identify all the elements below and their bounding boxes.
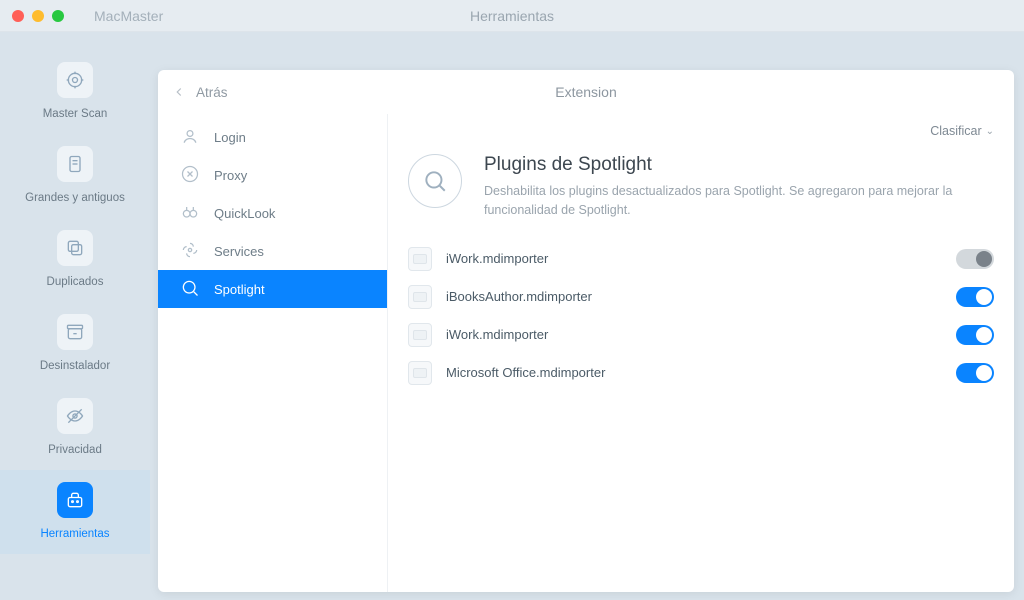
category-list: Login Proxy QuickLook Services Spotlight [158, 114, 388, 592]
chevron-down-icon: ⌄ [986, 126, 994, 137]
titlebar: MacMaster Herramientas [0, 0, 1024, 32]
category-item-quicklook[interactable]: QuickLook [158, 194, 387, 232]
plugin-list: iWork.mdimporter iBooksAuthor.mdimporter i… [388, 240, 1014, 392]
category-item-services[interactable]: Services [158, 232, 387, 270]
main-sidebar: Master Scan Grandes y antiguos Duplicados D… [0, 32, 150, 600]
target-icon [57, 62, 93, 98]
close-window-button[interactable] [12, 10, 24, 22]
zoom-window-button[interactable] [52, 10, 64, 22]
plugin-toggle[interactable] [956, 325, 994, 345]
plugin-row: Microsoft Office.mdimporter [408, 354, 994, 392]
category-item-spotlight[interactable]: Spotlight [158, 270, 387, 308]
plugin-name: iWork.mdimporter [446, 327, 942, 342]
plugin-name: iBooksAuthor.mdimporter [446, 289, 942, 304]
detail-pane: Clasificar ⌄ Plugins de Spotlight Deshab… [388, 114, 1014, 592]
sort-label: Clasificar [930, 124, 981, 138]
hero-title: Plugins de Spotlight [484, 154, 964, 176]
fan-icon [180, 240, 200, 263]
sidebar-item-grandes-y-antiguos[interactable]: Grandes y antiguos [0, 134, 150, 218]
plugin-toggle[interactable] [956, 287, 994, 307]
plugin-toggle[interactable] [956, 249, 994, 269]
back-button[interactable]: Atrás [158, 85, 228, 100]
hero-description: Deshabilita los plugins desactualizados … [484, 182, 964, 220]
package-icon [408, 361, 432, 385]
category-label: Login [214, 130, 246, 145]
plugin-row: iBooksAuthor.mdimporter [408, 278, 994, 316]
sidebar-item-label: Desinstalador [40, 360, 110, 372]
category-item-proxy[interactable]: Proxy [158, 156, 387, 194]
sidebar-item-label: Privacidad [48, 444, 102, 456]
binoculars-icon [180, 202, 200, 225]
sidebar-item-privacidad[interactable]: Privacidad [0, 386, 150, 470]
x-circle-icon [180, 164, 200, 187]
category-label: QuickLook [214, 206, 275, 221]
minimize-window-button[interactable] [32, 10, 44, 22]
hero-section: Plugins de Spotlight Deshabilita los plu… [388, 148, 1014, 240]
plugin-toggle[interactable] [956, 363, 994, 383]
sidebar-item-duplicados[interactable]: Duplicados [0, 218, 150, 302]
sidebar-item-desinstalador[interactable]: Desinstalador [0, 302, 150, 386]
sidebar-item-label: Master Scan [43, 108, 108, 120]
back-label: Atrás [196, 85, 228, 100]
sidebar-item-label: Duplicados [47, 276, 104, 288]
plugin-row: iWork.mdimporter [408, 316, 994, 354]
copy-icon [57, 230, 93, 266]
package-icon [408, 247, 432, 271]
search-icon [180, 278, 200, 301]
category-label: Proxy [214, 168, 247, 183]
toolbox-icon [57, 482, 93, 518]
sidebar-item-label: Grandes y antiguos [25, 192, 125, 204]
category-label: Spotlight [214, 282, 265, 297]
sidebar-item-herramientas[interactable]: Herramientas [0, 470, 150, 554]
panel-header: Atrás Extension [158, 70, 1014, 114]
window-controls [0, 10, 64, 22]
package-icon [408, 285, 432, 309]
sort-dropdown[interactable]: Clasificar ⌄ [388, 114, 1014, 148]
app-name: MacMaster [94, 8, 163, 24]
category-label: Services [214, 244, 264, 259]
eye-off-icon [57, 398, 93, 434]
panel-title: Extension [555, 84, 616, 100]
chevron-left-icon [172, 85, 186, 99]
file-icon [57, 146, 93, 182]
sidebar-item-master-scan[interactable]: Master Scan [0, 50, 150, 134]
plugin-name: iWork.mdimporter [446, 251, 942, 266]
content-area: Atrás Extension Login Proxy QuickLook Servi… [150, 32, 1024, 600]
plugin-name: Microsoft Office.mdimporter [446, 365, 942, 380]
extension-panel: Atrás Extension Login Proxy QuickLook Servi… [158, 70, 1014, 592]
sidebar-item-label: Herramientas [40, 528, 109, 540]
window-title: Herramientas [470, 8, 554, 24]
plugin-row: iWork.mdimporter [408, 240, 994, 278]
archive-icon [57, 314, 93, 350]
package-icon [408, 323, 432, 347]
user-icon [180, 126, 200, 149]
search-icon [408, 154, 462, 208]
category-item-login[interactable]: Login [158, 118, 387, 156]
